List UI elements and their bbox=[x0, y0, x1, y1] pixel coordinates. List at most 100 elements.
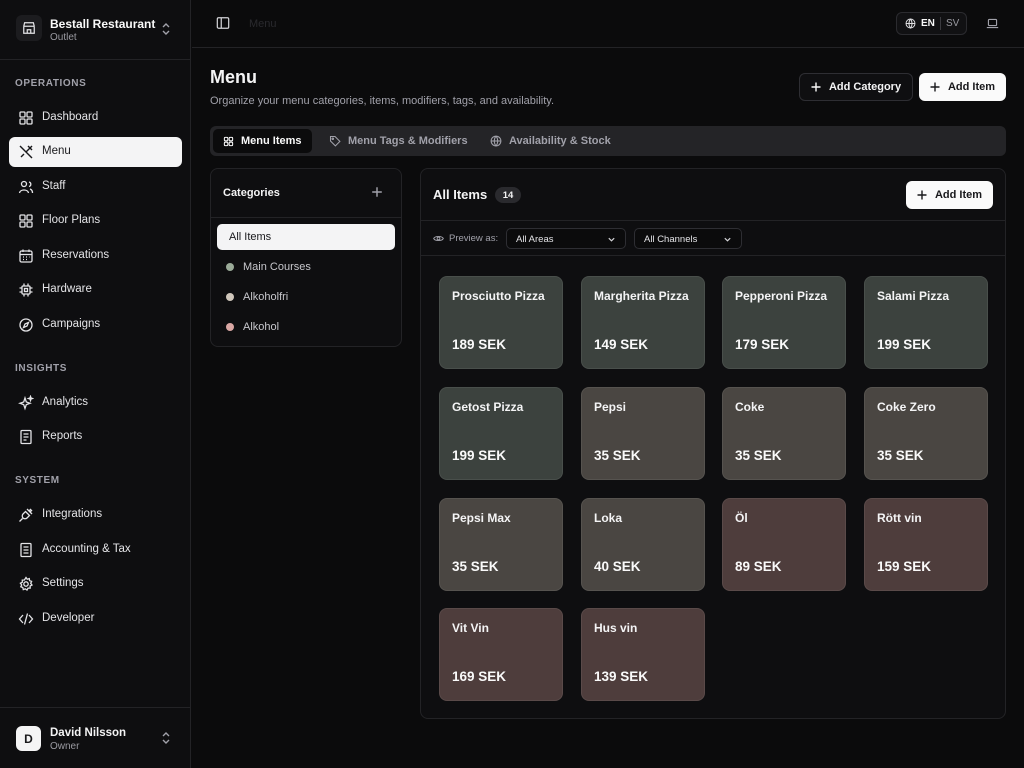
menu-item-price: 179 SEK bbox=[735, 337, 790, 352]
category-alkohol[interactable]: Alkohol bbox=[217, 314, 395, 340]
menu-item-card[interactable]: Coke Zero 35 SEK bbox=[864, 387, 988, 480]
chevrons-up-down-icon bbox=[160, 22, 172, 36]
lang-en[interactable]: EN bbox=[921, 18, 935, 29]
compass-icon bbox=[18, 317, 34, 333]
sidebar-item-settings[interactable]: Settings bbox=[9, 569, 182, 599]
tab-menu-items[interactable]: Menu Items bbox=[213, 129, 312, 153]
category-alkoholfri[interactable]: Alkoholfri bbox=[217, 284, 395, 310]
lang-sv[interactable]: SV bbox=[946, 18, 959, 29]
sidebar-item-staff[interactable]: Staff bbox=[9, 172, 182, 202]
chevron-down-icon bbox=[607, 235, 616, 244]
menu-item-card[interactable]: Coke 35 SEK bbox=[722, 387, 846, 480]
menu-item-price: 40 SEK bbox=[594, 559, 641, 574]
sidebar: Bestall Restaurant Outlet OPERATIONS INS… bbox=[0, 0, 191, 768]
chevron-down-icon bbox=[723, 235, 732, 244]
menu-item-name: Pepsi Max bbox=[452, 511, 511, 525]
menu-item-name: Coke bbox=[735, 400, 765, 414]
category-color-dot bbox=[226, 263, 234, 271]
section-label-insights: INSIGHTS bbox=[15, 363, 68, 374]
laptop-icon[interactable] bbox=[986, 17, 999, 30]
menu-item-name: Margherita Pizza bbox=[594, 289, 689, 303]
menu-item-name: Getost Pizza bbox=[452, 400, 524, 414]
add-item-button[interactable]: Add Item bbox=[906, 181, 993, 209]
org-subtitle: Outlet bbox=[50, 32, 77, 43]
sidebar-item-integrations[interactable]: Integrations bbox=[9, 500, 182, 530]
menu-item-price: 35 SEK bbox=[594, 448, 641, 463]
channel-select[interactable]: All Channels bbox=[634, 228, 742, 249]
language-switcher[interactable]: EN SV bbox=[896, 12, 967, 35]
sidebar-item-menu[interactable]: Menu bbox=[9, 137, 182, 167]
store-icon bbox=[16, 15, 42, 41]
area-select[interactable]: All Areas bbox=[506, 228, 626, 249]
items-header: All Items 14 Add Item bbox=[421, 169, 1005, 221]
category-label: Alkoholfri bbox=[243, 291, 289, 303]
tab-availability-stock[interactable]: Availability & Stock bbox=[480, 129, 621, 153]
sidebar-item-label: Staff bbox=[42, 180, 66, 192]
tab-menu-tags-modifiers[interactable]: Menu Tags & Modifiers bbox=[319, 129, 478, 153]
floor-plans-icon bbox=[18, 213, 34, 229]
menu-item-price: 35 SEK bbox=[735, 448, 782, 463]
menu-item-card[interactable]: Pepperoni Pizza 179 SEK bbox=[722, 276, 846, 369]
breadcrumb[interactable]: Menu bbox=[249, 18, 277, 30]
org-name: Bestall Restaurant bbox=[50, 17, 156, 31]
menu-item-name: Pepsi bbox=[594, 400, 627, 414]
user-menu[interactable]: D David Nilsson Owner bbox=[0, 707, 191, 768]
sidebar-item-campaigns[interactable]: Campaigns bbox=[9, 310, 182, 340]
menu-item-price: 169 SEK bbox=[452, 669, 507, 684]
sidebar-item-label: Reports bbox=[42, 430, 83, 442]
add-category-label: Add Category bbox=[828, 81, 902, 93]
utensils-icon bbox=[18, 144, 34, 160]
category-main-courses[interactable]: Main Courses bbox=[217, 254, 395, 280]
sidebar-item-label: Menu bbox=[42, 145, 71, 157]
menu-item-card[interactable]: Rött vin 159 SEK bbox=[864, 498, 988, 591]
sidebar-item-label: Dashboard bbox=[42, 111, 99, 123]
sidebar-item-analytics[interactable]: Analytics bbox=[9, 388, 182, 418]
topbar: Menu EN SV bbox=[192, 0, 1024, 48]
preview-as-label: Preview as: bbox=[433, 233, 498, 244]
tab-label: Availability & Stock bbox=[509, 135, 611, 147]
menu-item-card[interactable]: Öl 89 SEK bbox=[722, 498, 846, 591]
section-label-operations: OPERATIONS bbox=[15, 78, 87, 89]
menu-item-card[interactable]: Pepsi 35 SEK bbox=[581, 387, 705, 480]
sidebar-item-dashboard[interactable]: Dashboard bbox=[9, 103, 182, 133]
menu-item-name: Pepperoni Pizza bbox=[735, 289, 828, 303]
menu-item-card[interactable]: Prosciutto Pizza 189 SEK bbox=[439, 276, 563, 369]
add-category-button[interactable]: Add Category bbox=[799, 73, 913, 101]
category-all-items[interactable]: All Items bbox=[217, 224, 395, 250]
calendar-icon bbox=[18, 248, 34, 264]
users-icon bbox=[18, 179, 34, 195]
sidebar-item-accounting-tax[interactable]: Accounting & Tax bbox=[9, 535, 182, 565]
sidebar-toggle-icon[interactable] bbox=[216, 16, 230, 30]
user-role: Owner bbox=[50, 741, 80, 752]
sidebar-item-hardware[interactable]: Hardware bbox=[9, 275, 182, 305]
categories-header: Categories bbox=[211, 169, 401, 218]
sidebar-item-reservations[interactable]: Reservations bbox=[9, 241, 182, 271]
sidebar-item-label: Accounting & Tax bbox=[42, 543, 131, 555]
gear-icon bbox=[18, 576, 34, 592]
menu-item-card[interactable]: Hus vin 139 SEK bbox=[581, 608, 705, 701]
category-label: All Items bbox=[229, 231, 272, 243]
sidebar-item-label: Developer bbox=[42, 612, 95, 624]
menu-item-price: 89 SEK bbox=[735, 559, 782, 574]
org-switcher[interactable]: Bestall Restaurant Outlet bbox=[0, 0, 191, 60]
avatar: D bbox=[16, 726, 41, 751]
sidebar-item-label: Settings bbox=[42, 577, 84, 589]
menu-item-card[interactable]: Salami Pizza 199 SEK bbox=[864, 276, 988, 369]
category-label: Alkohol bbox=[243, 321, 280, 333]
add-item-label: Add Item bbox=[934, 189, 983, 201]
menu-item-card[interactable]: Loka 40 SEK bbox=[581, 498, 705, 591]
sidebar-item-developer[interactable]: Developer bbox=[9, 604, 182, 634]
channel-select-value: All Channels bbox=[644, 234, 698, 245]
menu-item-card[interactable]: Getost Pizza 199 SEK bbox=[439, 387, 563, 480]
menu-item-card[interactable]: Margherita Pizza 149 SEK bbox=[581, 276, 705, 369]
sidebar-item-floor-plans[interactable]: Floor Plans bbox=[9, 206, 182, 236]
dashboard-icon bbox=[18, 110, 34, 126]
add-item-button[interactable]: Add Item bbox=[919, 73, 1006, 101]
area-select-value: All Areas bbox=[516, 234, 554, 245]
category-color-dot bbox=[226, 323, 234, 331]
menu-item-card[interactable]: Pepsi Max 35 SEK bbox=[439, 498, 563, 591]
add-category-icon[interactable] bbox=[371, 186, 383, 198]
sidebar-item-reports[interactable]: Reports bbox=[9, 422, 182, 452]
menu-item-card[interactable]: Vit Vin 169 SEK bbox=[439, 608, 563, 701]
category-label: Main Courses bbox=[243, 261, 311, 273]
